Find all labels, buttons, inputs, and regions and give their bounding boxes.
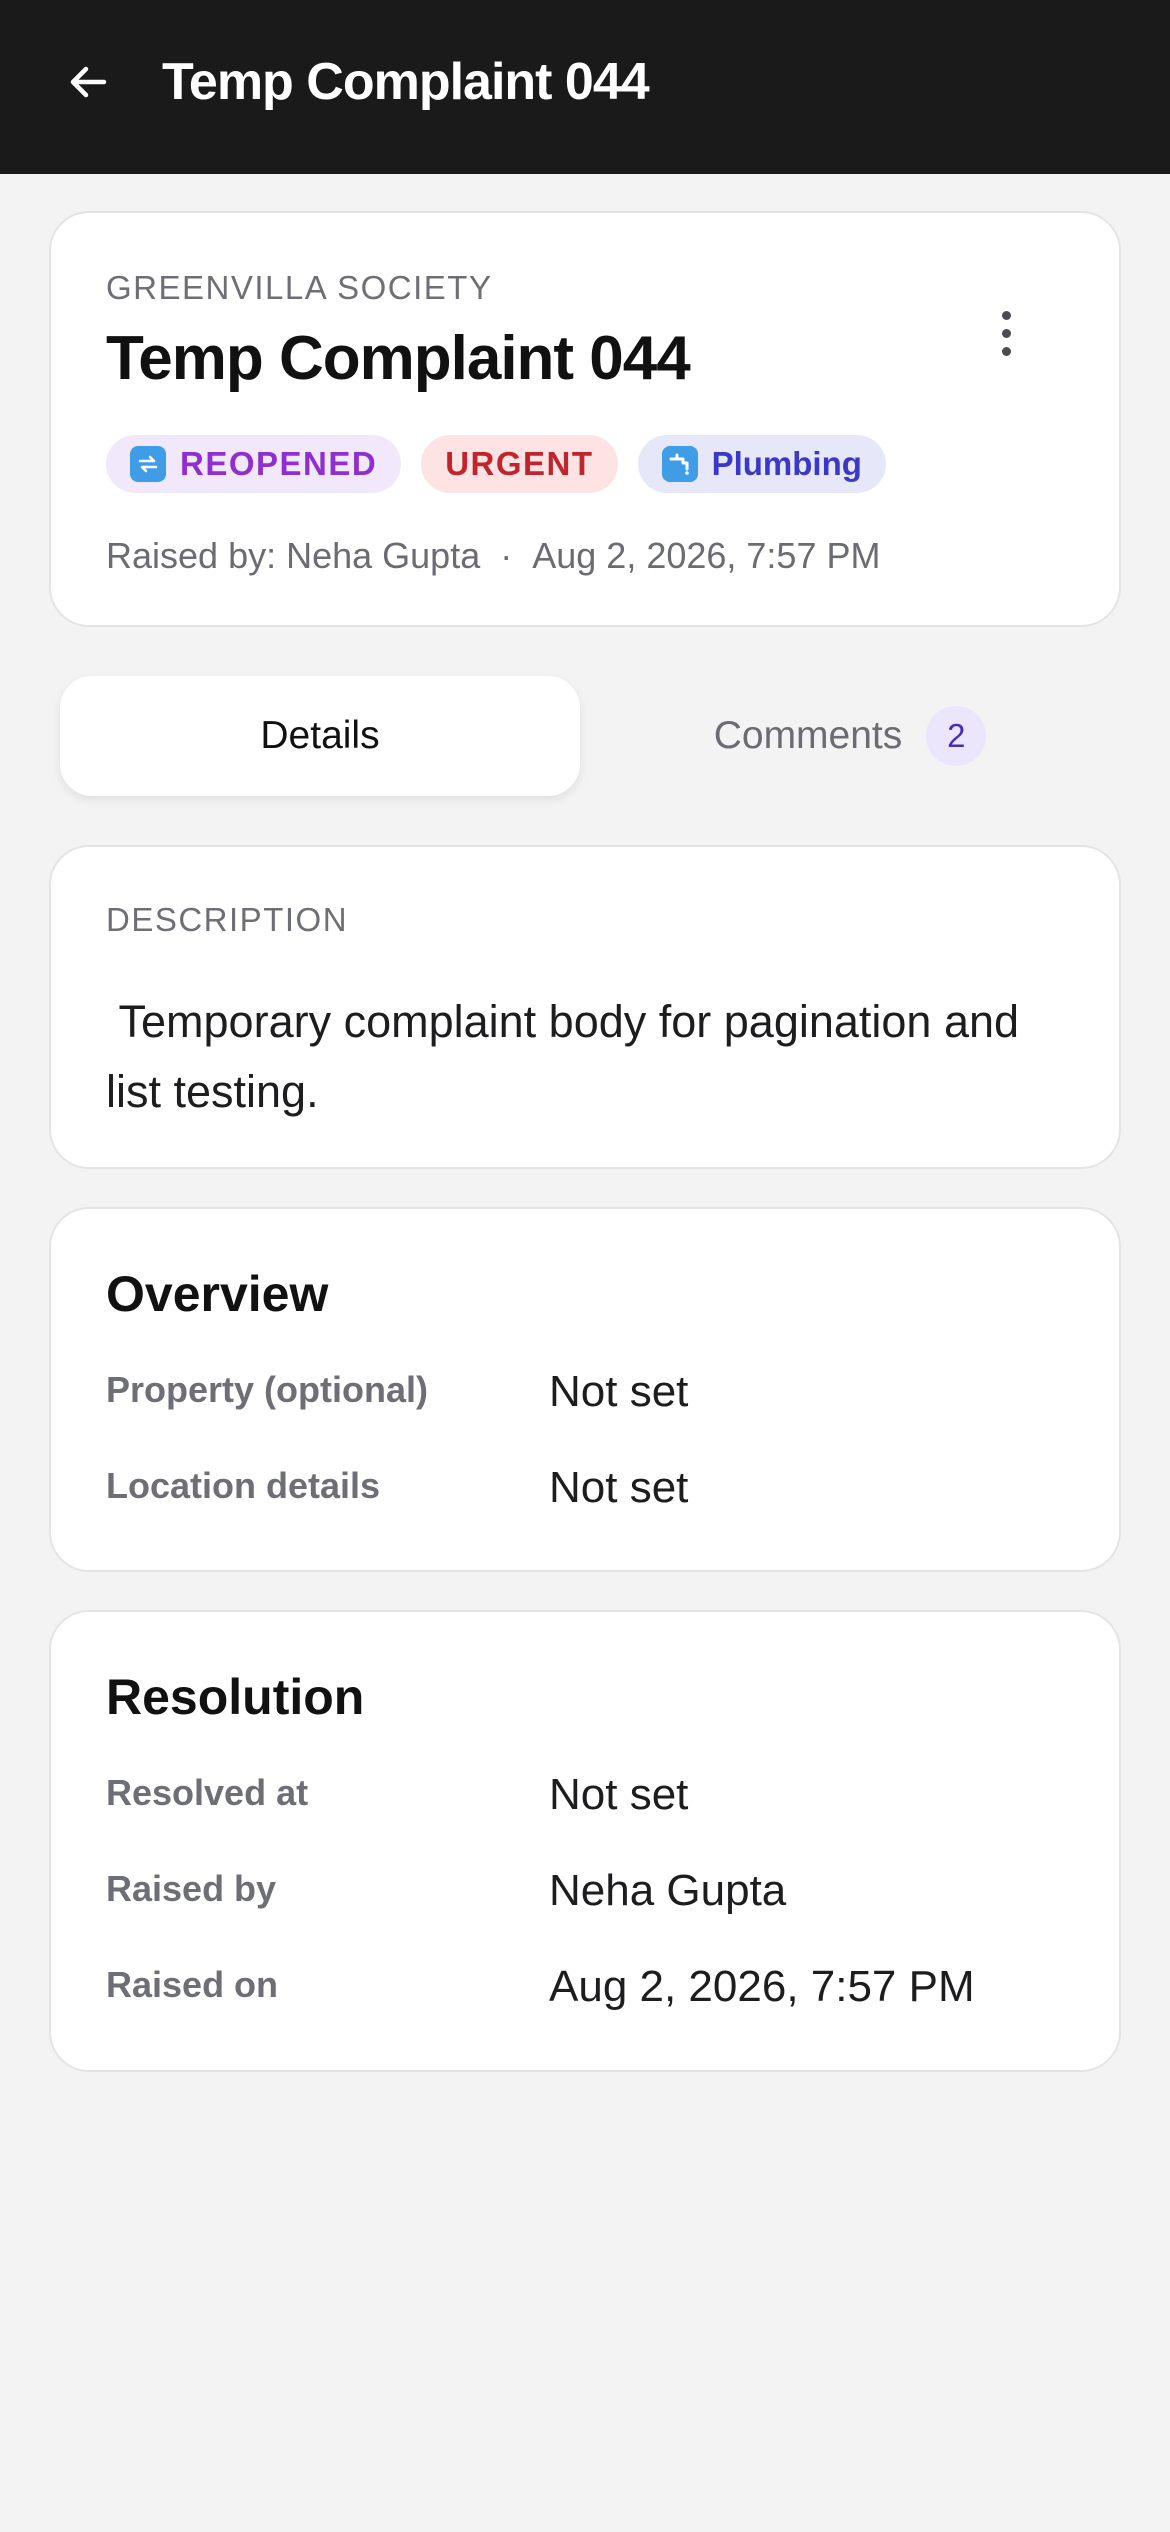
raised-at-text: Aug 2, 2026, 7:57 PM	[532, 535, 881, 576]
overview-heading: Overview	[106, 1266, 329, 1322]
app-bar: Temp Complaint 044	[0, 0, 1170, 174]
location-label: Location details	[106, 1465, 381, 1506]
tab-details-label: Details	[260, 714, 380, 757]
raised-on-label: Raised on	[106, 1964, 279, 2005]
reopen-icon	[130, 446, 166, 482]
property-label: Property (optional)	[106, 1369, 428, 1410]
resolved-at-value: Not set	[549, 1770, 689, 1819]
more-vertical-icon-dot	[1001, 328, 1011, 338]
raised-on-value: Aug 2, 2026, 7:57 PM	[549, 1962, 975, 2011]
faucet-icon	[661, 446, 698, 482]
raised-by-label: Raised by	[106, 1868, 277, 1909]
resolved-at-label: Resolved at	[106, 1772, 309, 1813]
comments-count-badge: 2	[926, 706, 987, 766]
back-button[interactable]	[56, 50, 120, 114]
more-vertical-icon-dot	[1001, 346, 1011, 356]
more-vertical-icon	[1001, 310, 1011, 320]
arrow-left-icon	[70, 66, 107, 98]
resolution-heading: Resolution	[106, 1669, 365, 1725]
status-badge-label: REOPENED	[180, 445, 378, 482]
property-value: Not set	[549, 1367, 689, 1416]
meta-separator: ·	[500, 535, 513, 576]
description-label: DESCRIPTION	[106, 901, 349, 938]
description-text: Temporary complaint body for pagination …	[106, 996, 1032, 1117]
complaint-title: Temp Complaint 044	[106, 324, 691, 393]
raised-by-value: Neha Gupta	[549, 1866, 787, 1915]
tab-comments-label: Comments	[713, 714, 903, 757]
tab-details[interactable]: Details	[60, 676, 580, 796]
description-card: DESCRIPTION Temporary complaint body for…	[49, 845, 1121, 1169]
page-title: Temp Complaint 044	[162, 53, 650, 111]
overview-card: Overview Property (optional) Not set Loc…	[49, 1207, 1121, 1572]
priority-badge-label: URGENT	[445, 445, 594, 482]
priority-badge: URGENT	[421, 435, 618, 493]
more-options-button[interactable]	[981, 293, 1031, 373]
tab-comments[interactable]: Comments 2	[590, 676, 1110, 796]
raised-by-text: Raised by: Neha Gupta	[106, 535, 481, 576]
complaint-meta: Raised by: Neha Gupta · Aug 2, 2026, 7:5…	[106, 535, 880, 577]
category-badge-label: Plumbing	[711, 445, 862, 482]
status-badge: REOPENED	[106, 435, 402, 493]
resolution-card: Resolution Resolved at Not set Raised by…	[49, 1610, 1121, 2072]
category-badge: Plumbing	[637, 435, 886, 493]
status-chips: REOPENED URGENT Plumbing	[106, 435, 886, 493]
tab-bar: Details Comments 2	[60, 676, 1110, 796]
location-value: Not set	[549, 1463, 689, 1512]
society-name: GREENVILLA SOCIETY	[106, 269, 493, 306]
complaint-header-card: GREENVILLA SOCIETY Temp Complaint 044 RE…	[49, 211, 1121, 627]
